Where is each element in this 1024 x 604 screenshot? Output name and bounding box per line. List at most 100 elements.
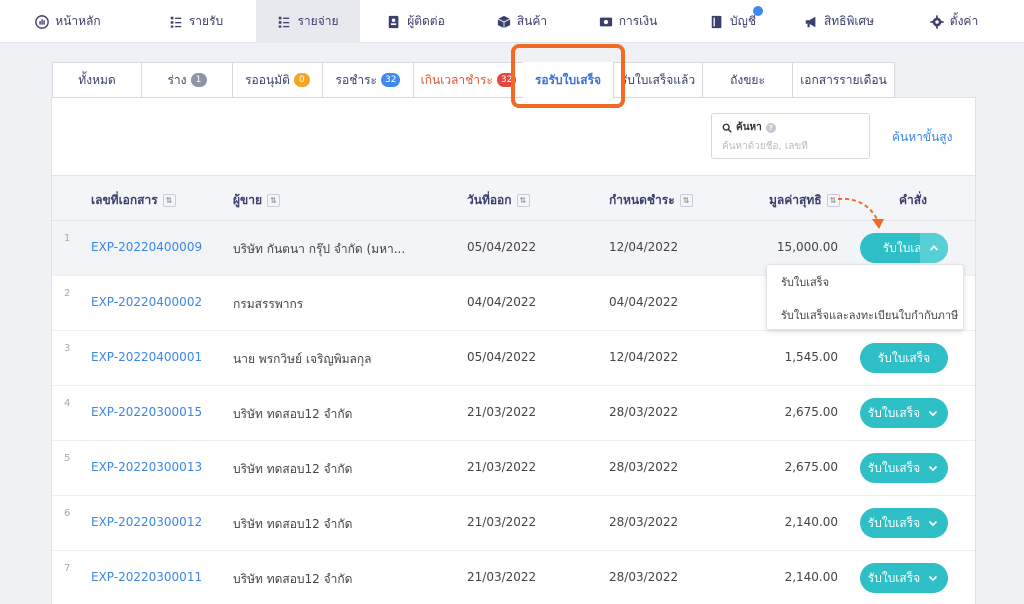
doc-number-link[interactable]: EXP-20220300013 [91,460,202,474]
megaphone-icon [805,16,816,27]
th-amount-label: มูลค่าสุทธิ [769,193,822,207]
tab-awaiting-payment-label: รอชำระ [335,72,377,87]
box-icon [497,15,511,28]
search-input[interactable] [722,141,862,152]
vendor-name: บริษัท ทดสอบ12 จำกัด [233,517,353,531]
tab-awaiting-receipt[interactable]: รอรับใบเสร็จ [523,62,613,98]
receive-receipt-button[interactable]: รับใบเสร็จ [860,343,948,373]
issue-date: 21/03/2022 [467,570,537,584]
tab-all-label: ทั้งหมด [78,72,116,87]
th-action-label: คำสั่ง [899,193,927,207]
row-number: 2 [64,288,71,299]
nav-products[interactable]: สินค้า [472,0,572,43]
table-row[interactable]: 5 EXP-20220300013 บริษัท ทดสอบ12 จำกัด 2… [52,441,975,496]
due-date: 28/03/2022 [609,405,679,419]
sort-icon[interactable]: ⇅ [516,194,530,207]
th-amount[interactable]: มูลค่าสุทธิ ⇅ [769,191,840,210]
tab-receipt-received[interactable]: รับใบเสร็จแล้ว [613,62,702,98]
doc-number-link[interactable]: EXP-20220300011 [91,570,202,584]
tab-all[interactable]: ทั้งหมด [52,62,141,98]
vendor-name: บริษัท ทดสอบ12 จำกัด [233,407,353,421]
receive-receipt-button[interactable]: รับใบเสร็จ [860,233,948,263]
nav-contacts[interactable]: ผู้ติดต่อ [360,0,472,43]
tab-awaiting-approval[interactable]: รออนุมัติ 0 [232,62,322,98]
nav-contacts-label: ผู้ติดต่อ [407,14,445,28]
sort-icon[interactable]: ⇅ [267,194,281,207]
menu-item-receive-and-register-tax-invoice[interactable]: รับใบเสร็จและลงทะเบียนใบกำกับภาษี [767,298,963,331]
nav-expense-label: รายจ่าย [297,14,339,28]
nav-accounting-label: บัญชี [730,14,756,28]
count-badge: 32 [496,73,517,87]
table-row[interactable]: 7 EXP-20220300011 บริษัท ทดสอบ12 จำกัด 2… [52,551,975,604]
tab-trash-label: ถังขยะ [730,72,765,87]
content-panel: ค้นหา ? ค้นหาขั้นสูง เลขที่เอกสาร ⇅ ผู้ขา… [51,97,976,604]
dashboard-icon [35,14,50,29]
net-amount: 15,000.00 [776,240,838,254]
due-date: 28/03/2022 [609,460,679,474]
nav-expense[interactable]: รายจ่าย [256,0,360,43]
tab-overdue[interactable]: เกินเวลาชำระ 32 [413,62,523,98]
issue-date: 21/03/2022 [467,460,537,474]
th-docno[interactable]: เลขที่เอกสาร ⇅ [91,191,176,210]
tab-draft[interactable]: ร่าง 1 [141,62,232,98]
nav-income[interactable]: รายรับ [136,0,256,43]
search-box[interactable]: ค้นหา ? [711,113,870,159]
nav-home[interactable]: หน้าหลัก [0,0,136,43]
row-number: 7 [64,563,71,574]
tab-monthly-documents[interactable]: เอกสารรายเดือน [792,62,895,98]
doc-number-link[interactable]: EXP-20220400002 [91,295,202,309]
doc-number-link[interactable]: EXP-20220400001 [91,350,202,364]
book-icon [711,15,722,28]
nav-finance[interactable]: การเงิน [572,0,684,43]
vendor-name: บริษัท ทดสอบ12 จำกัด [233,462,353,476]
due-date: 04/04/2022 [609,295,679,309]
due-date: 28/03/2022 [609,570,679,584]
doc-number-link[interactable]: EXP-20220300015 [91,405,202,419]
tab-trash[interactable]: ถังขยะ [702,62,792,98]
vendor-name: นาย พรกวิษย์ เจริญพิมลกุล [233,352,372,366]
nav-settings[interactable]: ตั้งค่า [896,0,1012,43]
table-row[interactable]: 4 EXP-20220300015 บริษัท ทดสอบ12 จำกัด 2… [52,386,975,441]
table-row[interactable]: 3 EXP-20220400001 นาย พรกวิษย์ เจริญพิมล… [52,331,975,386]
due-date: 12/04/2022 [609,240,679,254]
dropdown-toggle[interactable] [920,233,948,263]
doc-number-link[interactable]: EXP-20220300012 [91,515,202,529]
net-amount: 2,675.00 [784,460,838,474]
nav-privileges[interactable]: สิทธิพิเศษ [782,0,896,43]
issue-date: 05/04/2022 [467,240,537,254]
list-icon [170,16,182,28]
receive-receipt-button[interactable]: รับใบเสร็จ [860,563,948,593]
table-row[interactable]: 6 EXP-20220300012 บริษัท ทดสอบ12 จำกัด 2… [52,496,975,551]
sort-icon[interactable]: ⇅ [162,194,176,207]
nav-accounting[interactable]: บัญชี [684,0,782,43]
issue-date: 05/04/2022 [467,350,537,364]
issue-date: 21/03/2022 [467,405,537,419]
sort-icon[interactable]: ⇅ [679,194,693,207]
doc-number-link[interactable]: EXP-20220400009 [91,240,202,254]
tab-awaiting-payment[interactable]: รอชำระ 32 [322,62,413,98]
receive-receipt-button[interactable]: รับใบเสร็จ [860,398,948,428]
contact-icon [388,15,399,28]
advanced-search-link[interactable]: ค้นหาขั้นสูง [892,128,952,147]
receive-receipt-button[interactable]: รับใบเสร็จ [860,508,948,538]
receive-receipt-button[interactable]: รับใบเสร็จ [860,453,948,483]
new-badge [753,6,763,16]
menu-item-receive-receipt[interactable]: รับใบเสร็จ [767,265,963,298]
tab-awaiting-approval-label: รออนุมัติ [245,72,290,87]
help-icon[interactable]: ? [765,122,776,133]
tab-receipt-received-label: รับใบเสร็จแล้ว [620,72,696,87]
count-badge: 32 [380,73,401,87]
th-due[interactable]: กำหนดชำระ ⇅ [609,191,693,210]
nav-finance-label: การเงิน [618,14,658,28]
count-badge: 1 [190,73,207,87]
nav-settings-label: ตั้งค่า [949,14,979,28]
count-badge: 0 [293,73,310,87]
th-issue[interactable]: วันที่ออก ⇅ [467,191,530,210]
th-vendor[interactable]: ผู้ขาย ⇅ [233,191,281,210]
nav-income-label: รายรับ [188,14,224,28]
tab-awaiting-receipt-label: รอรับใบเสร็จ [534,72,602,87]
due-date: 12/04/2022 [609,350,679,364]
status-tabs: ทั้งหมด ร่าง 1 รออนุมัติ 0 รอชำระ 32 เกินเว… [52,62,895,98]
vendor-name: บริษัท กันตนา กรุ๊ป จำกัด (มหา... [233,242,406,256]
row-number: 4 [64,398,71,409]
